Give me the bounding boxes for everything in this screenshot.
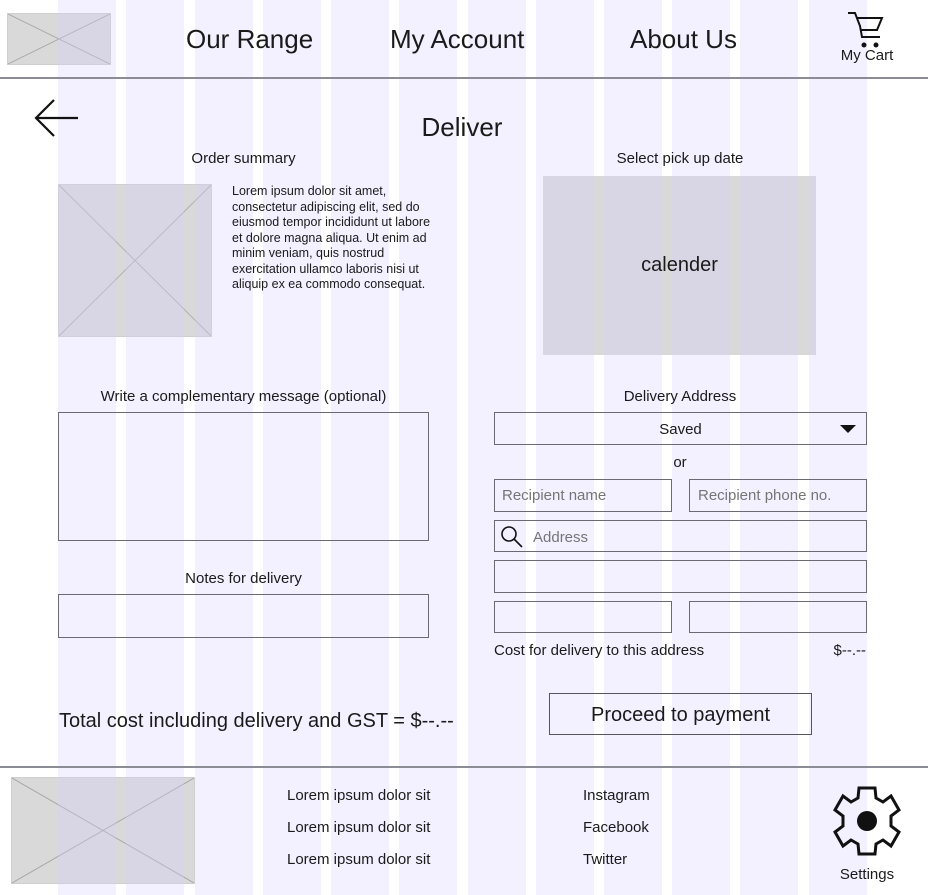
address-line2-input[interactable]	[494, 560, 867, 593]
footer-link[interactable]: Lorem ipsum dolor sit	[287, 819, 430, 836]
delivery-address-heading: Delivery Address	[623, 388, 737, 405]
back-button[interactable]	[33, 97, 81, 139]
delivery-cost-label: Cost for delivery to this address	[494, 642, 705, 659]
grid-column	[740, 0, 798, 895]
facebook-link[interactable]: Facebook	[583, 819, 649, 836]
proceed-to-payment-button[interactable]: Proceed to payment	[549, 693, 812, 735]
gear-icon	[833, 786, 901, 856]
notes-heading: Notes for delivery	[185, 570, 302, 587]
order-description: Lorem ipsum dolor sit amet, consectetur …	[232, 184, 431, 291]
grid-column	[604, 0, 662, 895]
page-title: Deliver	[421, 112, 503, 142]
complementary-message-textarea[interactable]	[58, 412, 429, 541]
settings-label: Settings	[839, 866, 895, 883]
product-image	[58, 184, 212, 337]
nav-my-account[interactable]: My Account	[390, 24, 524, 55]
header-divider	[0, 77, 928, 79]
footer-divider	[0, 766, 928, 768]
saved-address-value: Saved	[659, 421, 702, 438]
twitter-link[interactable]: Twitter	[583, 851, 627, 868]
address-field-right[interactable]	[689, 601, 867, 633]
caret-down-icon	[840, 425, 856, 433]
footer-logo-image	[11, 777, 195, 884]
message-heading: Write a complementary message (optional)	[100, 388, 387, 405]
grid-column	[809, 0, 867, 895]
address-field-left[interactable]	[494, 601, 672, 633]
pickup-date-heading: Select pick up date	[616, 150, 744, 167]
address-input[interactable]	[531, 524, 855, 550]
total-cost-text: Total cost including delivery and GST = …	[59, 710, 454, 732]
grid-column	[672, 0, 730, 895]
logo-image[interactable]	[7, 13, 111, 65]
recipient-phone-input[interactable]	[689, 479, 867, 512]
cart-icon	[848, 12, 884, 48]
proceed-label: Proceed to payment	[591, 704, 770, 726]
calendar-label: calender	[641, 254, 718, 276]
nav-about-us[interactable]: About Us	[630, 24, 737, 55]
instagram-link[interactable]: Instagram	[583, 787, 650, 804]
cart-label: My Cart	[840, 47, 894, 64]
or-label: or	[673, 454, 687, 471]
order-summary-heading: Order summary	[191, 150, 296, 167]
nav-our-range[interactable]: Our Range	[186, 24, 313, 55]
recipient-name-input[interactable]	[494, 479, 672, 512]
cart-button[interactable]: My Cart	[836, 8, 898, 68]
footer-link[interactable]: Lorem ipsum dolor sit	[287, 851, 430, 868]
search-icon	[501, 526, 523, 548]
settings-button[interactable]: Settings	[830, 783, 904, 887]
delivery-notes-input[interactable]	[58, 594, 429, 638]
address-search-field[interactable]	[494, 520, 867, 552]
delivery-cost-value: $--.--	[833, 642, 867, 659]
footer-link[interactable]: Lorem ipsum dolor sit	[287, 787, 430, 804]
saved-address-select[interactable]: Saved	[494, 412, 867, 445]
arrow-left-icon	[34, 99, 78, 137]
